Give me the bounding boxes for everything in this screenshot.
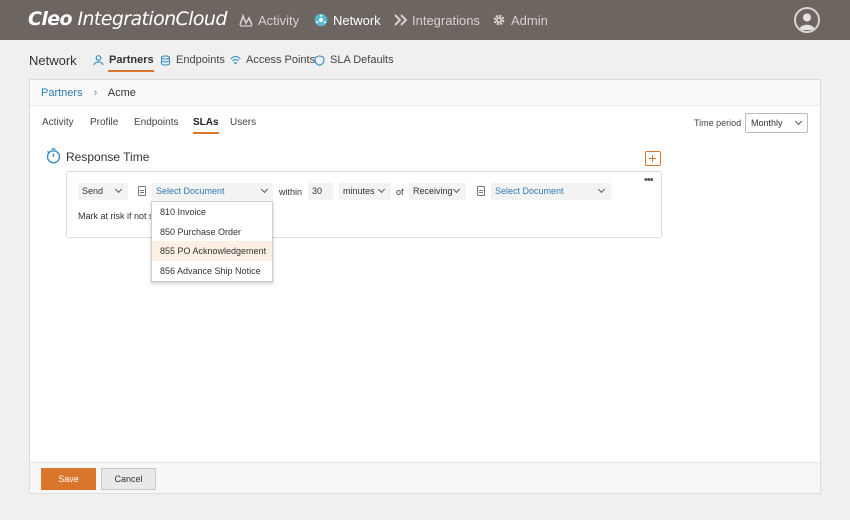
save-button[interactable]: Save [41, 468, 96, 490]
partner-panel: Partners › Acme Activity Profile Endpoin… [29, 79, 821, 494]
document-icon [138, 186, 146, 196]
app-logo[interactable]: Cleo IntegrationCloud [28, 8, 227, 30]
subtab-partners[interactable]: Partners [93, 54, 154, 72]
time-amount-input[interactable]: 30 [308, 183, 333, 200]
breadcrumb-partners-link[interactable]: Partners [41, 87, 83, 99]
dropdown-option[interactable]: 856 Advance Ship Notice [152, 261, 272, 281]
network-icon [314, 13, 328, 27]
integrations-icon [394, 14, 407, 26]
document-select[interactable]: Select Document [152, 183, 273, 200]
access-points-icon [230, 55, 241, 64]
sla-defaults-icon [314, 54, 325, 66]
at-risk-text: Mark at risk if not se [78, 211, 159, 221]
user-avatar[interactable] [794, 7, 820, 33]
document-dropdown-menu: 810 Invoice 850 Purchase Order 855 PO Ac… [151, 201, 273, 282]
chevron-down-icon [260, 185, 269, 194]
tab-activity[interactable]: Activity [42, 117, 74, 128]
chevron-down-icon [377, 185, 386, 194]
endpoints-icon [160, 54, 171, 66]
response-time-title: Response Time [66, 150, 150, 164]
nav-admin[interactable]: Admin [492, 0, 548, 40]
tab-profile[interactable]: Profile [90, 117, 118, 128]
response-time-clock-icon [46, 148, 61, 164]
dropdown-option[interactable]: 850 Purchase Order [152, 222, 272, 242]
section-heading: Network [29, 53, 77, 68]
second-document-select[interactable]: Select Document [491, 183, 611, 200]
breadcrumb: Partners › Acme [30, 80, 820, 106]
time-period-select[interactable]: Monthly [745, 113, 808, 133]
time-unit-select[interactable]: minutes [339, 183, 391, 200]
nav-activity[interactable]: Activity [239, 0, 299, 40]
event-select[interactable]: Receiving [409, 183, 466, 200]
gear-icon [493, 14, 505, 26]
nav-network[interactable]: Network [314, 0, 381, 40]
activity-icon [239, 13, 253, 27]
chevron-down-icon [114, 185, 123, 194]
partners-icon [93, 54, 104, 65]
tab-slas[interactable]: SLAs [193, 117, 219, 134]
direction-select[interactable]: Send [78, 183, 128, 200]
chevron-down-icon [794, 117, 803, 126]
breadcrumb-current: Acme [107, 87, 136, 99]
breadcrumb-separator-icon: › [93, 87, 98, 99]
dropdown-option-highlighted[interactable]: 855 PO Acknowledgement [152, 241, 272, 261]
user-icon [799, 13, 815, 30]
tab-users[interactable]: Users [230, 117, 256, 128]
document-icon [477, 186, 485, 196]
of-label: of [396, 187, 404, 197]
subtab-access-points[interactable]: Access Points [230, 54, 315, 66]
nav-integrations[interactable]: Integrations [393, 0, 480, 40]
cancel-button[interactable]: Cancel [101, 468, 156, 490]
form-footer: Save Cancel [30, 462, 820, 493]
time-period-value: Monthly [751, 118, 783, 128]
tab-endpoints[interactable]: Endpoints [134, 117, 178, 128]
chevron-down-icon [597, 185, 606, 194]
chevron-down-icon [452, 185, 461, 194]
add-rule-button[interactable] [645, 151, 661, 166]
dropdown-option[interactable]: 810 Invoice [152, 202, 272, 222]
top-bar: Cleo IntegrationCloud Activity Network I… [0, 0, 850, 40]
network-subnav: Network Partners Endpoints Access Points… [0, 40, 850, 78]
time-period-label: Time period [694, 118, 742, 128]
subtab-sla-defaults[interactable]: SLA Defaults [314, 54, 394, 66]
within-label: within [279, 187, 303, 197]
more-options-icon[interactable]: ••• [644, 174, 654, 186]
subtab-endpoints[interactable]: Endpoints [160, 54, 225, 66]
